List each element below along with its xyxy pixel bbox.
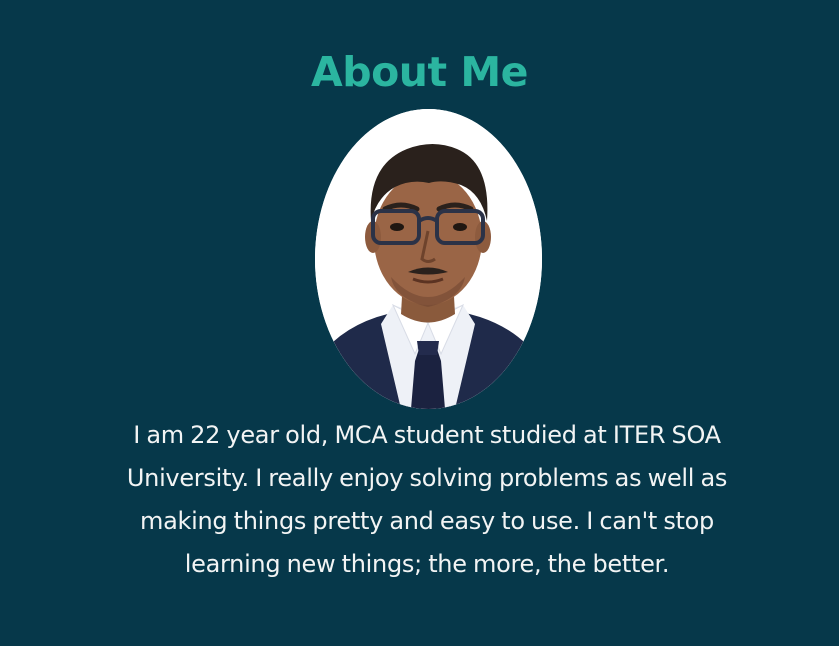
about-title: About Me bbox=[311, 48, 528, 96]
about-bio-text: I am 22 year old, MCA student studied at… bbox=[126, 421, 728, 578]
profile-photo-portrait bbox=[315, 109, 542, 409]
about-section: About Me I am 22 year old, MCA student s… bbox=[0, 0, 839, 646]
profile-photo bbox=[315, 109, 542, 409]
